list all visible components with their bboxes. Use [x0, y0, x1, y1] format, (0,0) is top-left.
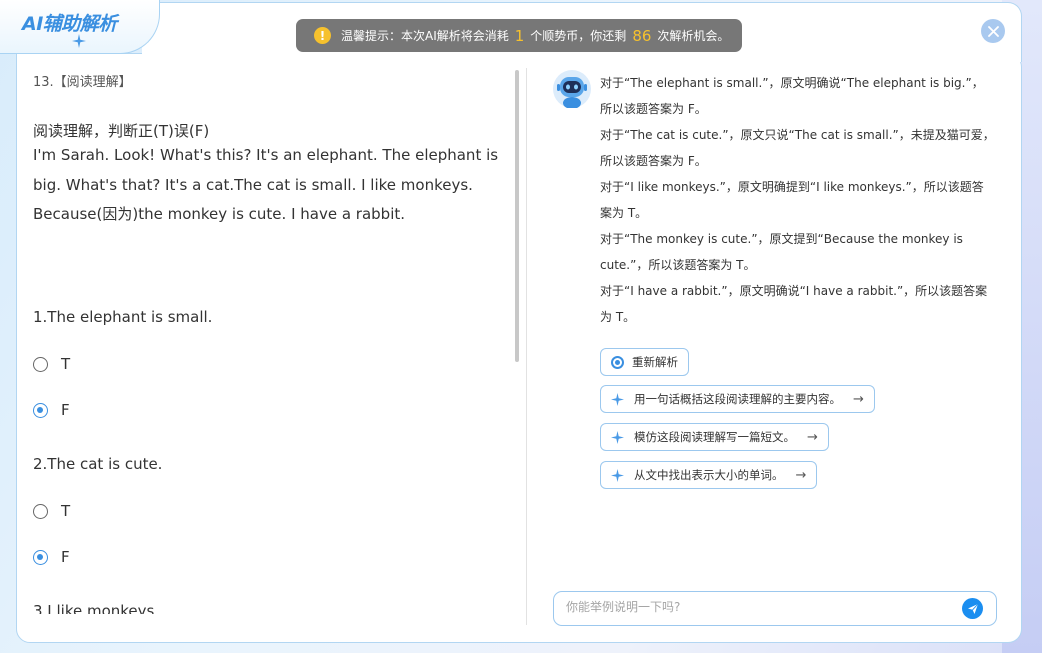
- option-label: T: [61, 355, 71, 373]
- ai-answer: 对于“The elephant is small.”，原文明确说“The ele…: [600, 70, 995, 330]
- send-button[interactable]: [962, 598, 983, 619]
- sub-question-1: 1.The elephant is small.: [33, 308, 213, 326]
- suggestion-chip-1[interactable]: 用一句话概括这段阅读理解的主要内容。 →: [600, 385, 875, 413]
- suggestion-chip-3[interactable]: 从文中找出表示大小的单词。 →: [600, 461, 818, 489]
- sub-question-2: 2.The cat is cute.: [33, 455, 163, 473]
- redo-label: 重新解析: [632, 355, 678, 369]
- passage-text: I'm Sarah. Look! What's this? It's an el…: [33, 146, 499, 223]
- column-divider: [526, 68, 527, 625]
- tip-prefix: 温馨提示：本次AI解析将会消耗: [341, 29, 509, 43]
- chat-input-box[interactable]: [553, 591, 997, 626]
- close-button[interactable]: [981, 19, 1005, 43]
- option-label: F: [61, 401, 70, 419]
- radio-button-selected[interactable]: [33, 549, 48, 565]
- arrow-right-icon: →: [853, 391, 864, 407]
- sparkle-icon: [611, 468, 624, 482]
- option-1-f[interactable]: F: [33, 401, 70, 419]
- answer-line: 对于“The cat is cute.”，原文只说“The cat is sma…: [600, 128, 995, 168]
- app-title: AI辅助解析: [22, 13, 117, 35]
- tip-remaining: 86: [632, 26, 652, 45]
- radio-button[interactable]: [33, 503, 48, 519]
- chat-input[interactable]: [566, 600, 946, 614]
- answer-line: 对于“I like monkeys.”，原文明确提到“I like monkey…: [600, 180, 984, 220]
- arrow-right-icon: →: [807, 429, 818, 445]
- answer-line: 对于“I have a rabbit.”，原文明确说“I have a rabb…: [600, 284, 988, 324]
- suggestion-label: 从文中找出表示大小的单词。: [634, 468, 784, 482]
- tip-banner: ! 温馨提示：本次AI解析将会消耗 1 个顺势币，你还剩 86 次解析机会。: [296, 19, 742, 52]
- sub-question-3: 3.I like monkeys.: [33, 602, 160, 614]
- question-number: 13.【阅读理解】: [33, 75, 132, 90]
- tip-middle: 个顺势币，你还剩: [530, 29, 627, 43]
- tip-cost: 1: [514, 26, 525, 45]
- option-2-f[interactable]: F: [33, 548, 70, 566]
- redo-icon: [611, 355, 624, 369]
- send-icon: [967, 603, 978, 614]
- arrow-right-icon: →: [795, 467, 807, 483]
- scrollbar-thumb[interactable]: [515, 70, 519, 362]
- option-2-t[interactable]: T: [33, 502, 70, 520]
- robot-avatar-icon: [553, 70, 591, 108]
- answer-line: 对于“The monkey is cute.”，原文提到“Because the…: [600, 232, 963, 272]
- question-type: 阅读理解，判断正(T)误(F): [33, 122, 210, 140]
- title-tab: AI辅助解析: [0, 0, 160, 54]
- radio-button-selected[interactable]: [33, 402, 48, 418]
- panel-header-fill: [17, 54, 1020, 64]
- answer-line: 对于“The elephant is small.”，原文明确说“The ele…: [600, 76, 984, 116]
- option-1-t[interactable]: T: [33, 355, 70, 373]
- suggestion-label: 用一句话概括这段阅读理解的主要内容。: [634, 392, 841, 406]
- exclamation-icon: !: [314, 27, 331, 44]
- question-pane[interactable]: 13.【阅读理解】 阅读理解，判断正(T)误(F) I'm Sarah. Loo…: [33, 66, 503, 614]
- radio-button[interactable]: [33, 356, 48, 372]
- option-label: T: [61, 502, 71, 520]
- suggestion-label: 模仿这段阅读理解写一篇短文。: [634, 430, 795, 444]
- sparkle-icon: [611, 392, 624, 406]
- tip-suffix: 次解析机会。: [657, 29, 730, 43]
- sparkle-icon: [72, 34, 86, 48]
- sparkle-icon: [611, 430, 624, 444]
- option-label: F: [61, 548, 70, 566]
- close-icon: [987, 25, 999, 37]
- redo-button[interactable]: 重新解析: [600, 348, 689, 376]
- suggestion-chip-2[interactable]: 模仿这段阅读理解写一篇短文。 →: [600, 423, 829, 451]
